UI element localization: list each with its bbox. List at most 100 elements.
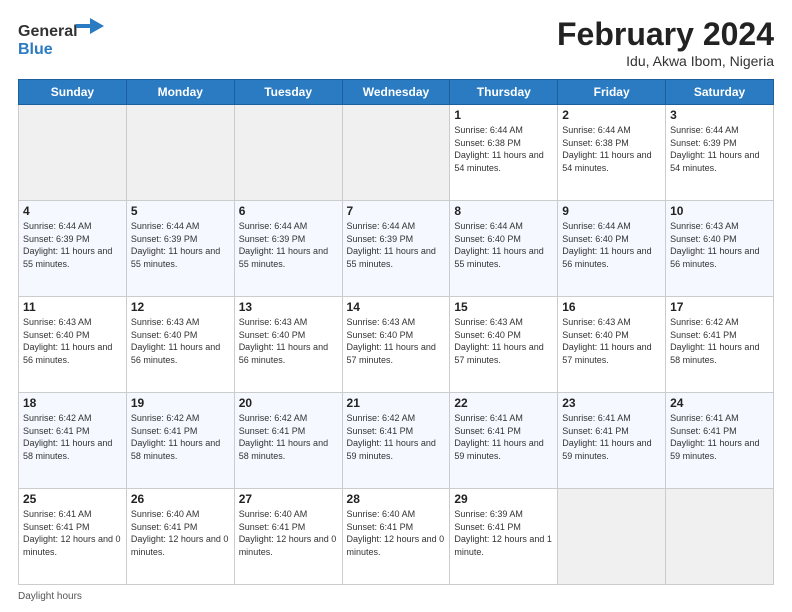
day-number: 24 xyxy=(670,396,769,410)
header: General Blue February 2024 Idu, Akwa Ibo… xyxy=(18,16,774,69)
day-info: Sunrise: 6:44 AMSunset: 6:39 PMDaylight:… xyxy=(347,220,446,270)
weekday-header-row: SundayMondayTuesdayWednesdayThursdayFrid… xyxy=(19,80,774,105)
location: Idu, Akwa Ibom, Nigeria xyxy=(557,53,774,69)
calendar-cell: 15Sunrise: 6:43 AMSunset: 6:40 PMDayligh… xyxy=(450,297,558,393)
day-number: 11 xyxy=(23,300,122,314)
calendar-cell: 25Sunrise: 6:41 AMSunset: 6:41 PMDayligh… xyxy=(19,489,127,585)
day-number: 14 xyxy=(347,300,446,314)
day-number: 22 xyxy=(454,396,553,410)
day-number: 13 xyxy=(239,300,338,314)
calendar-cell: 17 Sunrise: 6:42 AMSunset: 6:41 PMDayligh… xyxy=(666,297,774,393)
day-number: 12 xyxy=(131,300,230,314)
day-number: 18 xyxy=(23,396,122,410)
day-number: 20 xyxy=(239,396,338,410)
day-number: 9 xyxy=(562,204,661,218)
day-info: Sunrise: 6:44 AMSunset: 6:39 PMDaylight:… xyxy=(131,220,230,270)
calendar-cell xyxy=(558,489,666,585)
calendar-cell: 24Sunrise: 6:41 AMSunset: 6:41 PMDayligh… xyxy=(666,393,774,489)
calendar-cell: 21 Sunrise: 6:42 AMSunset: 6:41 PMDayligh… xyxy=(342,393,450,489)
day-number: 28 xyxy=(347,492,446,506)
title-block: February 2024 Idu, Akwa Ibom, Nigeria xyxy=(557,16,774,69)
logo-icon: General Blue xyxy=(18,16,108,60)
day-info: Sunrise: 6:41 AMSunset: 6:41 PMDaylight:… xyxy=(454,412,553,462)
day-info: Sunrise: 6:42 AMSunset: 6:41 PMDaylight:… xyxy=(239,412,338,462)
calendar-cell: 3Sunrise: 6:44 AMSunset: 6:39 PMDaylight… xyxy=(666,105,774,201)
calendar-cell: 11Sunrise: 6:43 AMSunset: 6:40 PMDayligh… xyxy=(19,297,127,393)
day-number: 21 xyxy=(347,396,446,410)
day-number: 2 xyxy=(562,108,661,122)
calendar-cell: 27 Sunrise: 6:40 AMSunset: 6:41 PMDayligh… xyxy=(234,489,342,585)
calendar-cell xyxy=(19,105,127,201)
day-number: 6 xyxy=(239,204,338,218)
day-info: Sunrise: 6:44 AMSunset: 6:38 PMDaylight:… xyxy=(454,124,553,174)
calendar-cell: 22 Sunrise: 6:41 AMSunset: 6:41 PMDayligh… xyxy=(450,393,558,489)
day-number: 17 xyxy=(670,300,769,314)
day-info: Sunrise: 6:43 AMSunset: 6:40 PMDaylight:… xyxy=(670,220,769,270)
day-info: Sunrise: 6:44 AMSunset: 6:39 PMDaylight:… xyxy=(23,220,122,270)
calendar-cell: 1 Sunrise: 6:44 AMSunset: 6:38 PMDaylight… xyxy=(450,105,558,201)
calendar-week-1: 1 Sunrise: 6:44 AMSunset: 6:38 PMDaylight… xyxy=(19,105,774,201)
calendar-cell: 8Sunrise: 6:44 AMSunset: 6:40 PMDaylight… xyxy=(450,201,558,297)
calendar-cell: 20 Sunrise: 6:42 AMSunset: 6:41 PMDayligh… xyxy=(234,393,342,489)
day-info: Sunrise: 6:44 AMSunset: 6:39 PMDaylight:… xyxy=(670,124,769,174)
calendar-cell xyxy=(342,105,450,201)
weekday-header-sunday: Sunday xyxy=(19,80,127,105)
day-info: Sunrise: 6:43 AMSunset: 6:40 PMDaylight:… xyxy=(347,316,446,366)
day-number: 26 xyxy=(131,492,230,506)
day-info: Sunrise: 6:43 AMSunset: 6:40 PMDaylight:… xyxy=(562,316,661,366)
calendar-cell: 6 Sunrise: 6:44 AMSunset: 6:39 PMDaylight… xyxy=(234,201,342,297)
calendar-cell: 28 Sunrise: 6:40 AMSunset: 6:41 PMDayligh… xyxy=(342,489,450,585)
day-info: Sunrise: 6:44 AMSunset: 6:38 PMDaylight:… xyxy=(562,124,661,174)
day-info: Sunrise: 6:40 AMSunset: 6:41 PMDaylight:… xyxy=(131,508,230,558)
day-info: Sunrise: 6:44 AMSunset: 6:40 PMDaylight:… xyxy=(562,220,661,270)
calendar-cell: 14 Sunrise: 6:43 AMSunset: 6:40 PMDayligh… xyxy=(342,297,450,393)
calendar-cell: 12 Sunrise: 6:43 AMSunset: 6:40 PMDayligh… xyxy=(126,297,234,393)
calendar-cell: 26 Sunrise: 6:40 AMSunset: 6:41 PMDayligh… xyxy=(126,489,234,585)
day-number: 29 xyxy=(454,492,553,506)
calendar-cell: 13 Sunrise: 6:43 AMSunset: 6:40 PMDayligh… xyxy=(234,297,342,393)
month-year: February 2024 xyxy=(557,16,774,53)
calendar-body: 1 Sunrise: 6:44 AMSunset: 6:38 PMDaylight… xyxy=(19,105,774,585)
page: General Blue February 2024 Idu, Akwa Ibo… xyxy=(0,0,792,612)
weekday-header-tuesday: Tuesday xyxy=(234,80,342,105)
day-info: Sunrise: 6:42 AMSunset: 6:41 PMDaylight:… xyxy=(131,412,230,462)
day-info: Sunrise: 6:43 AMSunset: 6:40 PMDaylight:… xyxy=(239,316,338,366)
day-number: 16 xyxy=(562,300,661,314)
calendar-cell: 5 Sunrise: 6:44 AMSunset: 6:39 PMDaylight… xyxy=(126,201,234,297)
day-number: 5 xyxy=(131,204,230,218)
calendar-week-5: 25Sunrise: 6:41 AMSunset: 6:41 PMDayligh… xyxy=(19,489,774,585)
calendar-cell: 4 Sunrise: 6:44 AMSunset: 6:39 PMDaylight… xyxy=(19,201,127,297)
day-number: 10 xyxy=(670,204,769,218)
day-info: Sunrise: 6:40 AMSunset: 6:41 PMDaylight:… xyxy=(239,508,338,558)
day-info: Sunrise: 6:42 AMSunset: 6:41 PMDaylight:… xyxy=(670,316,769,366)
calendar-cell xyxy=(666,489,774,585)
day-info: Sunrise: 6:44 AMSunset: 6:39 PMDaylight:… xyxy=(239,220,338,270)
day-info: Sunrise: 6:39 AMSunset: 6:41 PMDaylight:… xyxy=(454,508,553,558)
calendar-week-4: 18 Sunrise: 6:42 AMSunset: 6:41 PMDayligh… xyxy=(19,393,774,489)
day-number: 15 xyxy=(454,300,553,314)
day-number: 8 xyxy=(454,204,553,218)
day-number: 19 xyxy=(131,396,230,410)
day-number: 27 xyxy=(239,492,338,506)
calendar-cell: 16 Sunrise: 6:43 AMSunset: 6:40 PMDayligh… xyxy=(558,297,666,393)
day-info: Sunrise: 6:41 AMSunset: 6:41 PMDaylight:… xyxy=(562,412,661,462)
logo: General Blue xyxy=(18,16,108,65)
calendar-cell: 18Sunrise: 6:42 AMSunset: 6:41 PMDayligh… xyxy=(19,393,127,489)
day-number: 23 xyxy=(562,396,661,410)
daylight-label: Daylight hours xyxy=(18,591,82,602)
calendar-table: SundayMondayTuesdayWednesdayThursdayFrid… xyxy=(18,79,774,585)
weekday-header-monday: Monday xyxy=(126,80,234,105)
svg-text:Blue: Blue xyxy=(18,41,53,58)
day-number: 4 xyxy=(23,204,122,218)
day-info: Sunrise: 6:40 AMSunset: 6:41 PMDaylight:… xyxy=(347,508,446,558)
day-info: Sunrise: 6:42 AMSunset: 6:41 PMDaylight:… xyxy=(347,412,446,462)
day-number: 1 xyxy=(454,108,553,122)
calendar-cell: 9 Sunrise: 6:44 AMSunset: 6:40 PMDaylight… xyxy=(558,201,666,297)
weekday-header-friday: Friday xyxy=(558,80,666,105)
calendar-cell xyxy=(126,105,234,201)
legend: Daylight hours xyxy=(18,591,774,602)
calendar-cell: 29 Sunrise: 6:39 AMSunset: 6:41 PMDayligh… xyxy=(450,489,558,585)
svg-text:General: General xyxy=(18,23,78,40)
day-info: Sunrise: 6:43 AMSunset: 6:40 PMDaylight:… xyxy=(131,316,230,366)
calendar-cell: 23 Sunrise: 6:41 AMSunset: 6:41 PMDayligh… xyxy=(558,393,666,489)
